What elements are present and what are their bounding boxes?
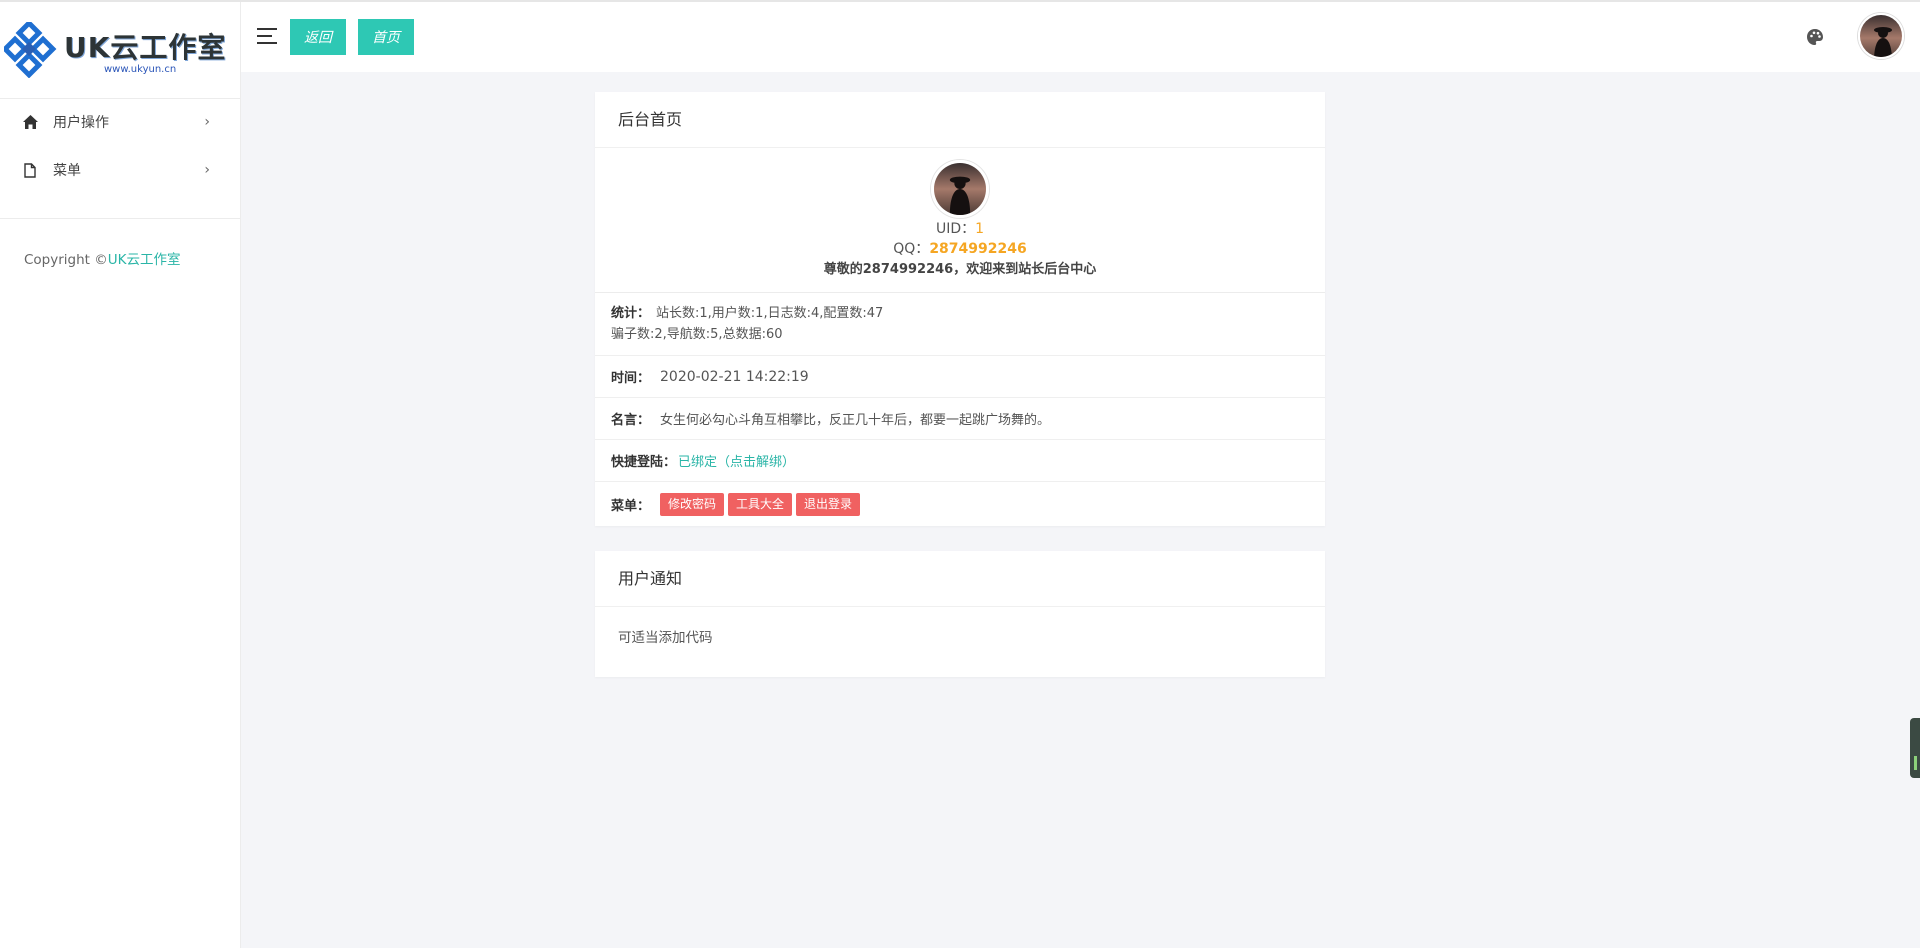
user-avatar[interactable] (1858, 13, 1904, 59)
chevron-right-icon: › (204, 114, 210, 130)
quote-row: 名言： 女生何必勾心斗角互相攀比，反正几十年后，都要一起跳广场舞的。 (595, 398, 1325, 440)
time-label: 时间： (611, 371, 651, 386)
change-password-button[interactable]: 修改密码 (660, 492, 725, 516)
home-button[interactable]: 首页 (358, 19, 414, 55)
copyright-link[interactable]: UK云工作室 (108, 252, 181, 268)
quick-login-label: 快捷登陆： (611, 455, 677, 470)
uid-value: 1 (975, 221, 985, 237)
qq-value: 2874992246 (929, 241, 1027, 257)
menu-toggle-icon[interactable] (257, 28, 277, 44)
uid-line: UID：1 (595, 220, 1325, 238)
chevron-right-icon: › (204, 162, 210, 178)
qq-label: QQ： (893, 241, 930, 257)
qq-line: QQ：2874992246 (595, 238, 1325, 260)
file-icon (22, 162, 38, 178)
stats-line-1: 站长数:1,用户数:1,日志数:4,配置数:47 (656, 306, 884, 321)
notice-body: 可适当添加代码 (618, 630, 713, 646)
tools-button[interactable]: 工具大全 (728, 492, 793, 516)
sidebar-item-label: 菜单 (53, 163, 81, 179)
sidebar-item-menu[interactable]: 菜单 › (0, 147, 240, 193)
menu-label: 菜单： (611, 498, 651, 514)
stats-line-2: 骗子数:2,导航数:5,总数据:60 (611, 327, 783, 342)
logo-url: www.ukyun.cn (104, 64, 177, 75)
notice-card: 用户通知 可适当添加代码 (595, 551, 1325, 677)
back-button[interactable]: 返回 (290, 19, 346, 55)
card-title: 用户通知 (595, 551, 1325, 607)
side-handle[interactable] (1910, 718, 1920, 778)
profile-section: UID：1 QQ：2874992246 尊敬的2874992246，欢迎来到站长… (595, 148, 1325, 293)
logout-button[interactable]: 退出登录 (796, 492, 861, 516)
top-header: 返回 首页 (241, 2, 1920, 72)
sidebar-divider (0, 218, 240, 219)
copyright: Copyright ©UK云工作室 (24, 248, 181, 268)
quote-value: 女生何必勾心斗角互相攀比，反正几十年后，都要一起跳广场舞的。 (660, 413, 1051, 428)
unbind-link[interactable]: 已绑定（点击解绑） (678, 451, 795, 470)
uid-label: UID： (935, 221, 976, 237)
card-title: 后台首页 (595, 92, 1325, 148)
welcome-text: 尊敬的2874992246，欢迎来到站长后台中心 (823, 262, 1097, 277)
time-row: 时间： 2020-02-21 14:22:19 (595, 356, 1325, 398)
quick-login-row: 快捷登陆： 已绑定（点击解绑） (595, 440, 1325, 482)
home-card: 后台首页 UID：1 QQ：2874992246 尊敬的2874992246，欢… (595, 92, 1325, 526)
logo-mark-icon (4, 22, 57, 78)
time-value: 2020-02-21 14:22:19 (660, 368, 809, 385)
home-icon (22, 114, 38, 130)
menu-row: 菜单： 修改密码 工具大全 退出登录 (595, 482, 1325, 526)
profile-avatar (931, 160, 989, 218)
sidebar: UK云工作室 www.ukyun.cn 用户操作 › 菜单 › Copyrigh… (0, 2, 241, 948)
stats-label: 统计： (611, 306, 651, 321)
quote-label: 名言： (611, 413, 651, 428)
copyright-prefix: Copyright © (24, 252, 108, 268)
stats-row: 统计： 站长数:1,用户数:1,日志数:4,配置数:47 骗子数:2,导航数:5,… (595, 293, 1325, 356)
logo[interactable]: UK云工作室 www.ukyun.cn (0, 20, 241, 80)
logo-text: UK云工作室 (64, 31, 227, 64)
sidebar-item-user-ops[interactable]: 用户操作 › (0, 99, 240, 145)
palette-icon[interactable] (1804, 26, 1826, 48)
sidebar-item-label: 用户操作 (53, 115, 109, 131)
